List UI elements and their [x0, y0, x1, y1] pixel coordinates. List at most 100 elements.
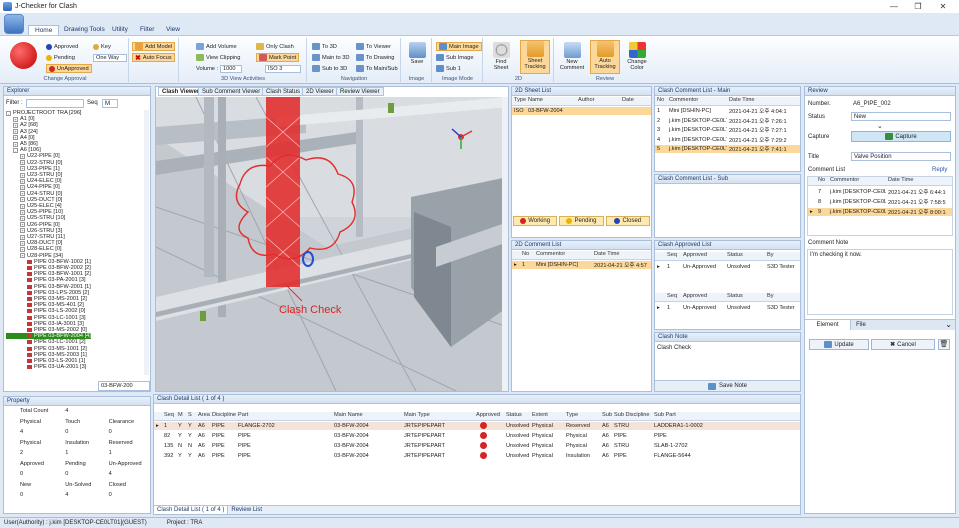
viewer-tab[interactable]: 2D Viewer [302, 87, 338, 96]
expand-icon[interactable]: - [13, 147, 18, 153]
expand-icon[interactable]: + [20, 191, 25, 197]
expand-icon[interactable]: + [20, 172, 25, 178]
clash-detail-row[interactable]: 135 N N A6 PIPE PIPE 03-BFW-2004 JRTEPIPEPART Un… [154, 441, 800, 450]
sub-image-button[interactable]: Sub Image [436, 53, 474, 62]
one-way-select[interactable]: One Way [93, 54, 127, 62]
expand-icon[interactable]: + [13, 135, 18, 141]
review-comment-row[interactable]: 7 j.kim [DESKTOP-CE0LT01]2021-04-21 오후 6:… [808, 188, 952, 196]
clash-detail-row[interactable]: 392 Y Y A6 PIPE PIPE 03-BFW-2004 JRTEPIPEPART Un… [154, 451, 800, 460]
tab-home[interactable]: Home [28, 25, 60, 35]
trash-icon[interactable]: 🗑 [938, 339, 950, 350]
expand-icon[interactable]: + [20, 166, 25, 172]
expand-icon[interactable]: + [20, 228, 25, 234]
expand-icon[interactable]: + [20, 240, 25, 246]
clash-comment-row[interactable]: 2 j.kim [DESKTOP-CE0LT012021-04-21 오후 7:2… [655, 117, 800, 125]
status-select[interactable]: New [851, 112, 951, 121]
mark-point-button[interactable]: Mark Point [256, 53, 300, 62]
to-3d-button[interactable]: To 3D [312, 42, 337, 51]
update-button[interactable]: Update [809, 339, 869, 350]
clash-comment-row[interactable]: 5 j.kim [DESKTOP-CE0LT012021-04-21 오후 7:4… [655, 145, 800, 153]
add-model-button[interactable]: Add Model [132, 42, 176, 51]
tab-file[interactable]: File [851, 320, 871, 330]
approved-row-top[interactable]: ▸ 1 Un-Approved Unsolved S3D Tester [655, 263, 800, 271]
expand-icon[interactable]: + [20, 153, 25, 159]
expand-icon[interactable]: + [20, 184, 25, 190]
sub-to-3d-button[interactable]: Sub to 3D [312, 64, 347, 73]
clash-comment-row[interactable]: 1 Mini [DSHIN-PC] 2021-04-21 오후 4:04:1 [655, 107, 800, 115]
expand-icon[interactable]: + [13, 129, 18, 135]
unapproved-option[interactable]: UnApproved [46, 64, 92, 73]
sub1-button[interactable]: Sub 1 [436, 64, 461, 73]
comment-note-text[interactable]: I'm checking it now. [807, 249, 953, 315]
volume-input[interactable]: 1000 [220, 65, 242, 73]
view-clipping-button[interactable]: View Clipping [196, 53, 240, 62]
expand-icon[interactable]: + [20, 160, 25, 166]
comment-2d-row[interactable]: ▸ 1 Mini [DSHIN-PC] 2021-04-21 오후 4:57 [512, 261, 651, 269]
main-to-3d-button[interactable]: Main to 3D [312, 53, 350, 62]
auto-focus-button[interactable]: ✖ Auto Focus [132, 53, 175, 62]
save-image-button[interactable]: Save [406, 42, 428, 65]
cancel-button[interactable]: ✖ Cancel [871, 339, 935, 350]
tab-utility[interactable]: Utility [106, 25, 134, 35]
approved-row-bottom[interactable]: ▸ 1 Un-Approved Unsolved S3D Tester [655, 304, 800, 312]
closed-button[interactable]: Closed [605, 216, 650, 226]
clash-detail-row[interactable]: 82 Y Y A6 PIPE PIPE 03-BFW-2004 JRTEPIPEPART Uns… [154, 431, 800, 440]
main-image-button[interactable]: Main Image [436, 42, 482, 51]
tab-drawing-tools[interactable]: Drawing Tools [58, 25, 111, 35]
approval-status-big-icon[interactable] [10, 42, 37, 69]
review-comment-row[interactable]: 8 j.kim [DESKTOP-CE0LT01]2021-04-21 오후 7:… [808, 198, 952, 206]
application-button[interactable] [4, 14, 24, 34]
find-sheet-button[interactable]: Find Sheet [488, 42, 514, 71]
key-option[interactable]: Key [93, 42, 111, 51]
viewer-tab[interactable]: Clash Status [262, 87, 305, 96]
viewer-tab[interactable]: Sub Comment Viewer [198, 87, 265, 96]
add-volume-button[interactable]: Add Volume [196, 42, 237, 51]
maximize-button[interactable]: ❐ [905, 0, 931, 13]
expand-icon[interactable]: + [20, 253, 25, 259]
title-input[interactable]: Valve Position [851, 152, 951, 161]
viewer-scrollbar[interactable] [502, 97, 508, 391]
expand-icon[interactable]: + [20, 197, 25, 203]
close-button[interactable]: ✕ [930, 0, 956, 13]
tab-review-list[interactable]: Review List [228, 506, 265, 514]
pending-option[interactable]: Pending [46, 53, 75, 62]
approved-option[interactable]: Approved [46, 42, 78, 51]
clash-detail-row[interactable]: ▸ 1 Y Y A6 PIPE FLANGE-2702 03-BFW-2004 JRTEPIPE… [154, 421, 800, 430]
iso-select[interactable]: ISO 3 [265, 65, 301, 73]
sheet-tracking-button[interactable]: Sheet Tracking [520, 40, 550, 74]
tab-clash-detail[interactable]: Clash Detail List ( 1 of 4 ) [154, 506, 229, 514]
clash-comment-row[interactable]: 4 j.kim [DESKTOP-CE0LT012021-04-21 오후 7:2… [655, 136, 800, 144]
clash-3d-viewport[interactable]: Clash Check [156, 97, 508, 391]
collapse-chevron-icon[interactable]: ⌄ [945, 320, 955, 330]
auto-tracking-button[interactable]: Auto Tracking [590, 40, 620, 74]
tree-item[interactable]: PIPE 03-UA-2001 [3] [6, 364, 86, 370]
to-viewer-button[interactable]: To Viewer [356, 42, 391, 51]
expand-icon[interactable]: + [20, 209, 25, 215]
expand-icon[interactable]: - [6, 110, 11, 116]
new-comment-button[interactable]: New Comment [558, 42, 586, 71]
tree-scrollbar[interactable] [144, 110, 149, 375]
seq-select[interactable]: M [102, 99, 118, 108]
viewer-tab[interactable]: Clash Viewer [158, 87, 204, 96]
review-comment-row[interactable]: ▸ 9 j.kim [DESKTOP-CE0LT01]2021-04-21 오후 8… [808, 208, 952, 216]
expand-icon[interactable]: + [20, 178, 25, 184]
tree-bottom-combo[interactable]: 03-BFW-200 [98, 381, 150, 391]
expand-icon[interactable]: + [20, 234, 25, 240]
capture-button[interactable]: Capture [851, 131, 951, 142]
chevron-down-icon[interactable]: ⌄ [877, 122, 883, 130]
pending-status-button[interactable]: Pending [559, 216, 604, 226]
viewer-tab[interactable]: Review Viewer [336, 87, 384, 96]
to-drawing-button[interactable]: To Drawing [356, 53, 394, 62]
sheet-row[interactable]: ISO 03-BFW-2004 [512, 107, 651, 115]
to-main-sub-button[interactable]: To Main/Sub [356, 64, 398, 73]
expand-icon[interactable]: + [13, 122, 18, 128]
only-clash-button[interactable]: Only Clash [256, 42, 294, 51]
change-color-button[interactable]: Change Color [623, 42, 651, 71]
expand-icon[interactable]: + [20, 215, 25, 221]
clash-note-text[interactable]: Clash Check [657, 345, 691, 351]
tab-element[interactable]: Element [805, 320, 851, 330]
tab-filter[interactable]: Filter [134, 25, 160, 35]
clash-comment-row[interactable]: 3 j.kim [DESKTOP-CE0LT012021-04-21 오후 7:2… [655, 126, 800, 134]
minimize-button[interactable]: — [881, 0, 907, 13]
reply-link[interactable]: Reply [932, 167, 947, 173]
